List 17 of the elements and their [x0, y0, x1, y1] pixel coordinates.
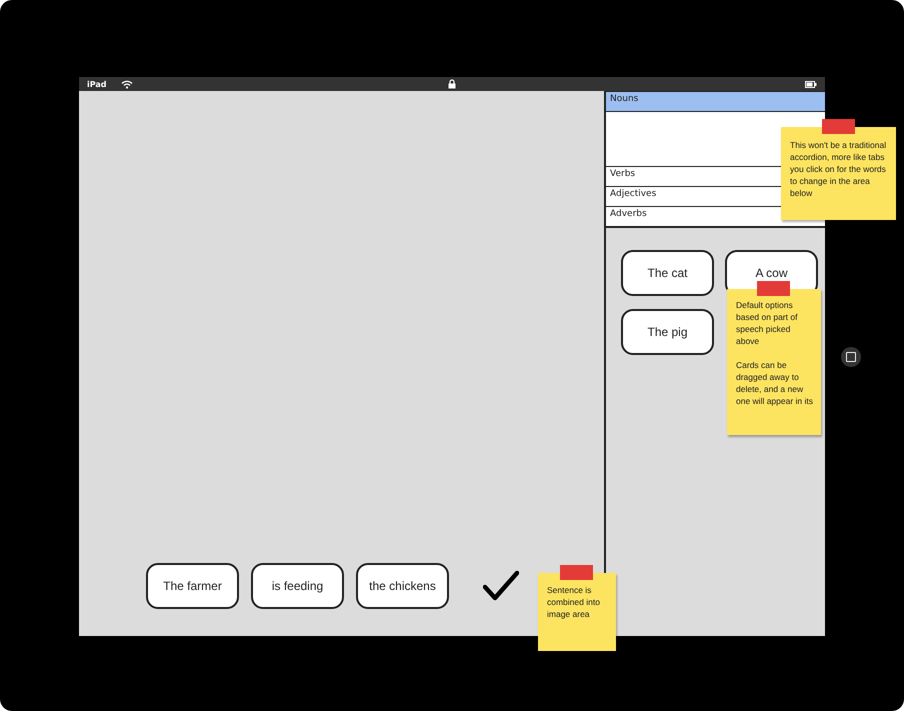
word-card[interactable]: the chickens	[356, 563, 449, 609]
home-button[interactable]	[841, 347, 861, 367]
word-card[interactable]: is feeding	[251, 563, 344, 609]
word-card[interactable]: The pig	[621, 309, 714, 355]
accordion-tab[interactable]: Nouns	[606, 91, 825, 111]
note-text: Default options based on part of speech picked above	[736, 299, 798, 347]
word-card[interactable]: The cat	[621, 250, 714, 296]
wifi-icon	[120, 80, 133, 88]
tape-strip	[757, 281, 790, 296]
lock-icon	[448, 79, 456, 89]
word-card[interactable]: The farmer	[146, 563, 239, 609]
battery-icon	[805, 80, 817, 88]
device-name: iPad	[87, 80, 107, 88]
note-text: Cards can be dragged away to delete, and a new one will appear in its	[736, 359, 814, 407]
tape-strip	[560, 565, 593, 580]
tape-strip	[822, 119, 855, 134]
note-text: Sentence is combined into image area	[547, 584, 601, 620]
